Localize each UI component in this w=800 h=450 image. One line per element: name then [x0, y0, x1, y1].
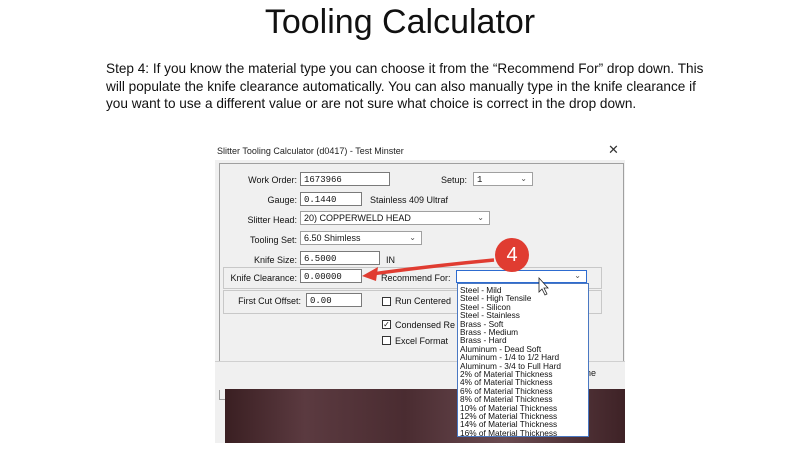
arrowhead-icon — [362, 267, 378, 281]
annotation-overlay — [362, 258, 549, 296]
step-badge: 4 — [495, 238, 529, 272]
mouse-cursor-icon — [538, 276, 549, 296]
arrow-icon — [371, 258, 495, 276]
